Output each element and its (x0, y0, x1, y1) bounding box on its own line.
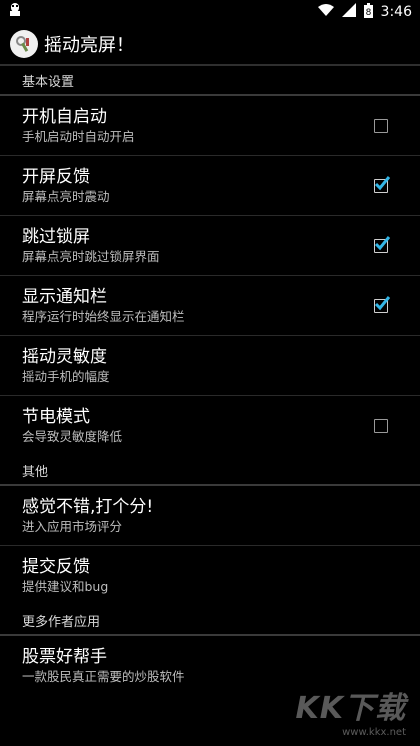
power-saving-checkbox[interactable] (374, 419, 388, 433)
pref-title: 股票好帮手 (22, 647, 107, 667)
pref-shake-sensitivity[interactable]: 摇动灵敏度 摇动手机的幅度 (0, 336, 420, 396)
app-title: 摇动亮屏！ (44, 35, 134, 56)
pref-screen-on-feedback[interactable]: 开屏反馈 屏幕点亮时震动 (0, 156, 420, 216)
pref-summary: 手机启动时自动开启 (22, 128, 135, 144)
screen-on-feedback-checkbox[interactable] (374, 175, 391, 193)
section-header-other: 其他 (0, 456, 420, 486)
pref-title: 摇动灵敏度 (22, 346, 107, 367)
section-header-more-apps: 更多作者应用 (0, 606, 420, 636)
watermark-url: www.kkx.net (342, 727, 406, 738)
pref-title: 提交反馈 (22, 557, 90, 577)
check-icon (374, 295, 391, 310)
app-logo-icon[interactable] (10, 30, 38, 58)
pref-rate-app[interactable]: 感觉不错,打个分! 进入应用市场评分 (0, 486, 420, 546)
wifi-icon (317, 3, 334, 21)
pref-summary: 程序运行时始终显示在通知栏 (22, 308, 185, 324)
section-header-basic: 基本设置 (0, 66, 420, 96)
pref-title: 开屏反馈 (22, 166, 90, 187)
pref-title: 跳过锁屏 (22, 226, 90, 247)
skip-lockscreen-checkbox[interactable] (374, 235, 391, 253)
notification-app-icon (8, 2, 22, 22)
pref-title: 显示通知栏 (22, 286, 107, 307)
pref-auto-start[interactable]: 开机自启动 手机启动时自动开启 (0, 96, 420, 156)
pref-title: 开机自启动 (22, 106, 107, 127)
status-bar: 8 3:46 (0, 0, 420, 24)
pref-title: 节电模式 (22, 407, 90, 427)
pref-summary: 屏幕点亮时震动 (22, 188, 110, 204)
auto-start-checkbox[interactable] (374, 118, 388, 133)
pref-summary: 屏幕点亮时跳过锁屏界面 (22, 248, 160, 264)
pref-title: 感觉不错,打个分! (22, 496, 154, 517)
check-icon (374, 175, 391, 190)
status-time: 3:46 (380, 4, 412, 20)
pref-summary: 会导致灵敏度降低 (22, 429, 123, 444)
check-icon (374, 235, 391, 250)
pref-summary: 摇动手机的幅度 (22, 368, 110, 384)
show-notification-checkbox[interactable] (374, 295, 391, 313)
pref-summary: 进入应用市场评分 (22, 518, 123, 534)
pref-submit-feedback[interactable]: 提交反馈 提供建议和bug (0, 546, 420, 606)
signal-icon (341, 3, 356, 21)
watermark: KK下载 www.kkx.net (296, 683, 407, 738)
pref-summary: 提供建议和bug (22, 579, 109, 594)
pref-summary: 一款股民真正需要的炒股软件 (22, 669, 185, 684)
pref-power-saving[interactable]: 节电模式 会导致灵敏度降低 (0, 396, 420, 456)
watermark-logo: KK下载 (295, 691, 406, 726)
pref-skip-lockscreen[interactable]: 跳过锁屏 屏幕点亮时跳过锁屏界面 (0, 216, 420, 276)
svg-text:8: 8 (365, 8, 371, 18)
action-bar: 摇动亮屏！ (0, 24, 420, 66)
pref-show-notification[interactable]: 显示通知栏 程序运行时始终显示在通知栏 (0, 276, 420, 336)
battery-icon: 8 (363, 2, 373, 22)
